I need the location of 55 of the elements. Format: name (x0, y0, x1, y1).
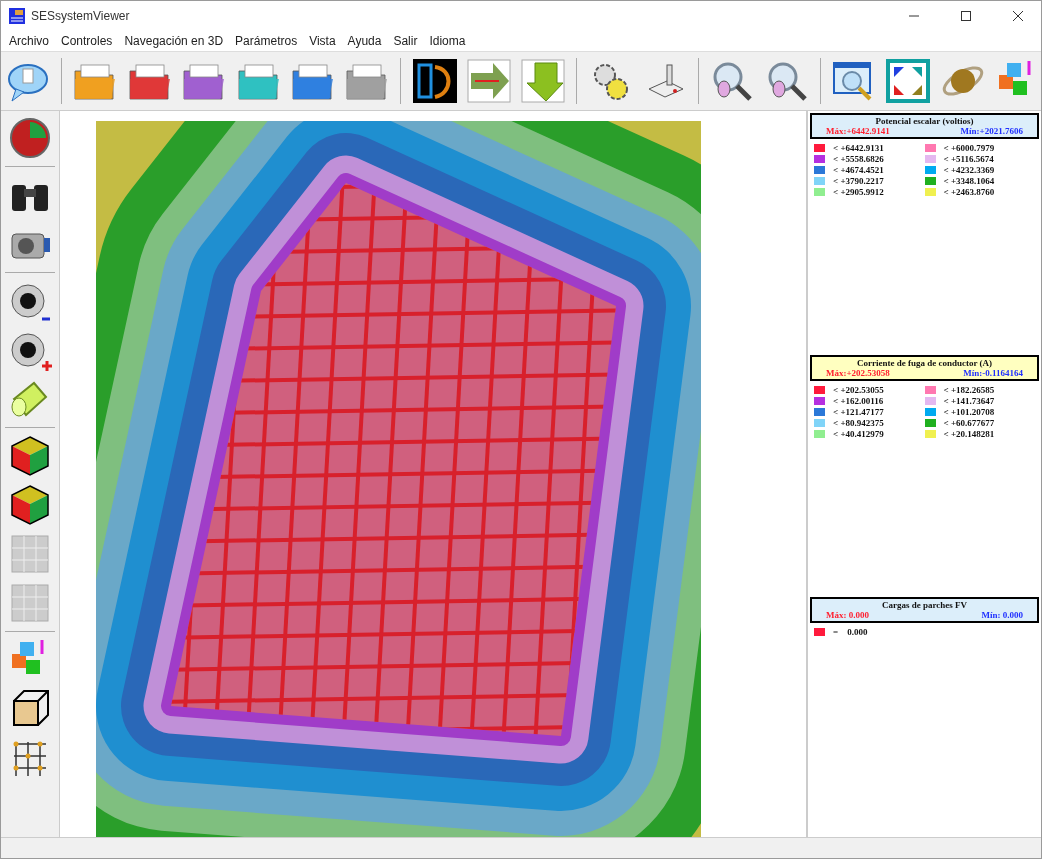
legend-label: < +5116.5674 (943, 153, 994, 164)
legend-label: < +4674.4521 (833, 164, 884, 175)
toolbar-button[interactable] (410, 56, 459, 106)
menu-item[interactable]: Archivo (3, 31, 55, 51)
legend-label: < +101.20708 (943, 406, 995, 417)
menu-item[interactable]: Navegación en 3D (118, 31, 230, 51)
cube-icon (8, 434, 52, 478)
min-value: Mín: 0.000 (981, 610, 1023, 620)
max-value: Máx:+202.53058 (826, 368, 890, 378)
menu-item[interactable]: Parámetros (229, 31, 304, 51)
legend-label: < +6442.9131 (833, 142, 884, 153)
legend-label: < +182.26585 (943, 384, 995, 395)
legend-label: < +4232.3369 (943, 164, 995, 175)
legend-label: < +121.47177 (833, 406, 884, 417)
window-title: SESsystemViewer (31, 9, 131, 23)
menu-item[interactable]: Idioma (423, 31, 472, 51)
app-icon (9, 8, 25, 24)
legend-label: < +3348.1064 (943, 175, 995, 186)
legend-label: < +40.412979 (833, 428, 884, 439)
legend-label: < +2463.8760 (943, 186, 995, 197)
folder-icon (127, 61, 172, 101)
logo-icon (412, 59, 457, 103)
legend-label: < +80.942375 (833, 417, 884, 428)
legend-label: < +60.677677 (943, 417, 995, 428)
min-value: Mín:-0.1164164 (963, 368, 1023, 378)
folder-icon (345, 61, 390, 101)
legend-label: < +20.148281 (943, 428, 995, 439)
legend-label: < +141.73647 (943, 395, 995, 406)
legend-label: < +2905.9912 (833, 186, 884, 197)
grid-pattern-icon (8, 532, 52, 576)
menu-item[interactable]: Salir (387, 31, 424, 51)
legend-label: < +202.53055 (833, 384, 884, 395)
legend-title: Cargas de parches FV (881, 600, 968, 610)
legend-title: Corriente de fuga de conductor (A) (856, 358, 993, 368)
folder-icon (236, 61, 281, 101)
close-icon (1013, 11, 1023, 21)
folder-icon (73, 61, 118, 101)
folder-icon (290, 61, 335, 101)
menu-item[interactable]: Controles (55, 31, 119, 51)
legend-label: = 0.000 (833, 626, 868, 637)
cube-icon (8, 483, 52, 527)
expand-arrows-icon (886, 59, 931, 103)
grid-pattern-icon (8, 581, 52, 625)
legend-title: Potencial escalar (voltios) (875, 116, 974, 126)
legend-label: < +3790.2217 (833, 175, 884, 186)
menu-item[interactable]: Vista (303, 31, 342, 51)
legend-label: < +6000.7979 (943, 142, 995, 153)
folder-icon (182, 61, 227, 101)
max-value: Máx:+6442.9141 (826, 126, 890, 136)
legend-label: < +5558.6826 (833, 153, 884, 164)
maximize-icon (961, 11, 971, 21)
legend-label: < +162.00116 (833, 395, 884, 406)
menu-item[interactable]: Ayuda (341, 31, 388, 51)
min-value: Mín:+2021.7606 (960, 126, 1023, 136)
max-value: Máx: 0.000 (826, 610, 869, 620)
